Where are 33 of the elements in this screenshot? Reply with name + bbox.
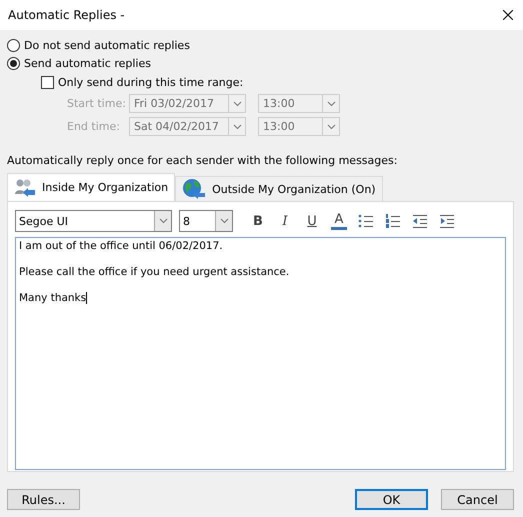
- indent-icon[interactable]: [439, 214, 455, 228]
- dialog-button[interactable]: Rules...: [7, 489, 80, 510]
- people-icon: [14, 178, 36, 198]
- outdent-icon[interactable]: [412, 214, 428, 228]
- message-editor[interactable]: I am out of the office until 06/02/2017. Please call the office if you need urgent assistance. Many thanks: [15, 237, 506, 470]
- radio-label[interactable]: Send automatic replies: [24, 56, 151, 70]
- tab[interactable]: Outside My Organization (On): [175, 176, 383, 201]
- color-button[interactable]: A: [328, 211, 350, 231]
- date-dropdown[interactable]: Fri 03/02/2017: [129, 94, 246, 113]
- checkbox-label[interactable]: Only send during this time range:: [58, 76, 244, 88]
- dialog-button[interactable]: OK: [355, 489, 428, 510]
- close-icon[interactable]: [503, 10, 513, 20]
- underline-button[interactable]: U: [301, 211, 323, 231]
- instruction-text: Automatically reply once for each sender with the following messages:: [7, 154, 398, 169]
- time-dropdown[interactable]: 13:00: [258, 94, 340, 113]
- bullets-icon[interactable]: [358, 214, 374, 228]
- radio-button[interactable]: [7, 56, 20, 70]
- time-dropdown[interactable]: 13:00: [258, 117, 340, 136]
- time-label: Start time:: [67, 97, 127, 110]
- window-title: Automatic Replies -: [8, 8, 125, 22]
- size-dropdown[interactable]: 8: [179, 210, 233, 232]
- date-dropdown[interactable]: Sat 04/02/2017: [129, 117, 246, 136]
- checkbox[interactable]: [41, 76, 54, 88]
- numbering-icon[interactable]: [385, 214, 401, 228]
- italic-button[interactable]: I: [274, 211, 296, 231]
- dialog-button[interactable]: Cancel: [441, 489, 514, 510]
- radio-label[interactable]: Do not send automatic replies: [24, 38, 190, 52]
- time-label: End time:: [67, 120, 121, 133]
- radio-button[interactable]: [7, 38, 20, 52]
- font-dropdown[interactable]: Segoe UI: [15, 210, 172, 232]
- globe-icon: [182, 178, 206, 200]
- tab[interactable]: Inside My Organization: [7, 173, 176, 201]
- bold-button[interactable]: B: [247, 211, 269, 231]
